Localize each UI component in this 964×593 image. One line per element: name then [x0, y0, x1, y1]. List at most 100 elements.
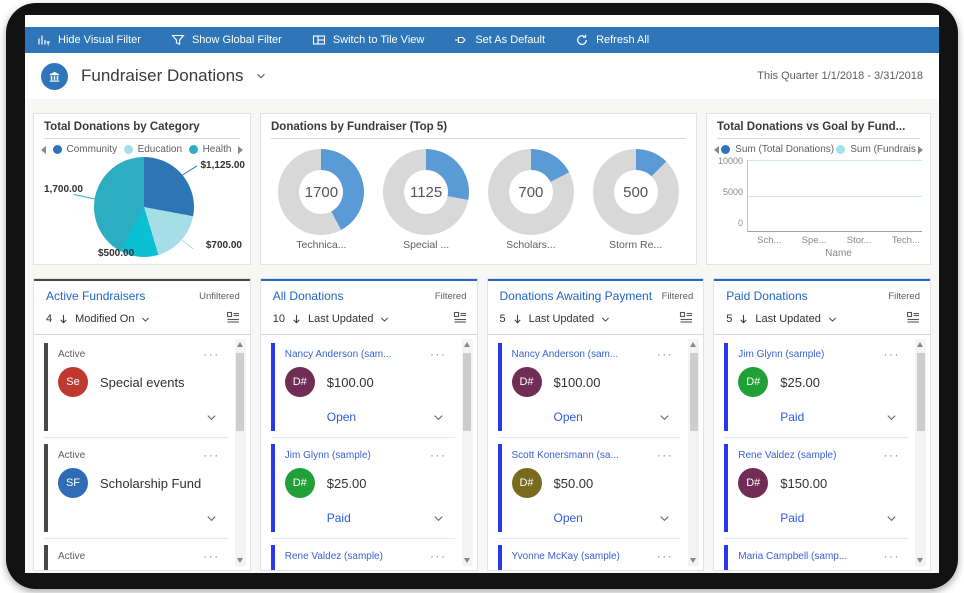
card-status-link[interactable]: Paid: [780, 511, 804, 525]
view-selector-icon[interactable]: [679, 311, 693, 327]
card-expand-chevron-icon[interactable]: [432, 411, 445, 424]
scroll-down-icon[interactable]: [237, 558, 243, 563]
donut-chart[interactable]: 1125: [383, 149, 469, 235]
more-options-icon[interactable]: ···: [657, 551, 674, 561]
donation-card[interactable]: Rene Valdez (sample) ···: [271, 545, 455, 570]
card-contact-link[interactable]: Nancy Anderson (sam...: [285, 349, 392, 360]
card-contact-link[interactable]: Nancy Anderson (sam...: [512, 349, 619, 360]
card-expand-chevron-icon[interactable]: [658, 411, 671, 424]
more-options-icon[interactable]: ···: [657, 450, 674, 460]
legend-next-icon[interactable]: [918, 146, 923, 154]
card-expand-chevron-icon[interactable]: [432, 512, 445, 525]
hide-visual-filter-button[interactable]: Hide Visual Filter: [37, 33, 141, 47]
legend-prev-icon[interactable]: [41, 146, 46, 154]
card-contact-link[interactable]: Maria Campbell (samp...: [738, 551, 847, 562]
scroll-thumb[interactable]: [690, 353, 698, 431]
legend-prev-icon[interactable]: [714, 146, 719, 154]
donation-card[interactable]: Scott Konersmann (sa...··· D#$50.00 Open: [498, 444, 682, 532]
view-selector-icon[interactable]: [906, 311, 920, 327]
dashboard-selector-chevron-icon[interactable]: [255, 70, 267, 82]
scroll-down-icon[interactable]: [464, 558, 470, 563]
more-options-icon[interactable]: ···: [657, 349, 674, 359]
donation-card[interactable]: Nancy Anderson (sam...··· D#$100.00 Open: [271, 343, 455, 431]
more-options-icon[interactable]: ···: [884, 450, 901, 460]
scroll-thumb[interactable]: [236, 353, 244, 431]
sort-field-label[interactable]: Modified On: [75, 313, 134, 325]
scroll-thumb[interactable]: [917, 353, 925, 431]
sort-direction-icon[interactable]: [58, 313, 69, 325]
fundraiser-card[interactable]: Active··· SeSpecial events: [44, 343, 228, 431]
more-options-icon[interactable]: ···: [203, 349, 220, 359]
donation-card[interactable]: Yvonne McKay (sample) ···: [498, 545, 682, 570]
sort-field-chevron-icon[interactable]: [140, 314, 151, 325]
card-expand-chevron-icon[interactable]: [205, 512, 218, 525]
scroll-up-icon[interactable]: [237, 342, 243, 347]
more-options-icon[interactable]: ···: [203, 450, 220, 460]
donation-card[interactable]: Jim Glynn (sample)··· D#$25.00 Paid: [724, 343, 908, 431]
sort-field-chevron-icon[interactable]: [600, 314, 611, 325]
more-options-icon[interactable]: ···: [884, 349, 901, 359]
donut-chart[interactable]: 1700: [278, 149, 364, 235]
list-title[interactable]: Paid Donations: [726, 289, 807, 303]
more-options-icon[interactable]: ···: [430, 551, 447, 561]
list-title[interactable]: Active Fundraisers: [46, 289, 145, 303]
refresh-all-button[interactable]: Refresh All: [575, 33, 649, 47]
donut-chart[interactable]: 700: [488, 149, 574, 235]
scroll-up-icon[interactable]: [464, 342, 470, 347]
donation-card[interactable]: Jim Glynn (sample)··· D#$25.00 Paid: [271, 444, 455, 532]
more-options-icon[interactable]: ···: [884, 551, 901, 561]
sort-field-label[interactable]: Last Updated: [755, 313, 820, 325]
card-expand-chevron-icon[interactable]: [885, 512, 898, 525]
switch-to-tile-view-button[interactable]: Switch to Tile View: [312, 33, 425, 47]
sort-field-chevron-icon[interactable]: [827, 314, 838, 325]
card-contact-link[interactable]: Scott Konersmann (sa...: [512, 450, 619, 461]
card-status-link[interactable]: Open: [554, 511, 583, 525]
avatar: D#: [512, 468, 542, 498]
card-expand-chevron-icon[interactable]: [658, 512, 671, 525]
scroll-thumb[interactable]: [463, 353, 471, 431]
card-status-link[interactable]: Open: [554, 410, 583, 424]
more-options-icon[interactable]: ···: [430, 450, 447, 460]
sort-direction-icon[interactable]: [512, 313, 523, 325]
legend-next-icon[interactable]: [238, 146, 243, 154]
scrollbar[interactable]: [688, 339, 699, 566]
scroll-up-icon[interactable]: [917, 342, 923, 347]
sort-field-label[interactable]: Last Updated: [529, 313, 594, 325]
scroll-down-icon[interactable]: [690, 558, 696, 563]
card-status-link[interactable]: Paid: [780, 410, 804, 424]
set-as-default-button[interactable]: Set As Default: [454, 33, 545, 47]
card-contact-link[interactable]: Rene Valdez (sample): [738, 450, 836, 461]
date-range-label[interactable]: This Quarter 1/1/2018 - 3/31/2018: [757, 70, 923, 82]
scroll-up-icon[interactable]: [690, 342, 696, 347]
list-title[interactable]: All Donations: [273, 289, 344, 303]
donation-card[interactable]: Rene Valdez (sample)··· D#$150.00 Paid: [724, 444, 908, 532]
sort-direction-icon[interactable]: [291, 313, 302, 325]
card-contact-link[interactable]: Jim Glynn (sample): [738, 349, 824, 360]
card-status-link[interactable]: Paid: [327, 511, 351, 525]
sort-field-label[interactable]: Last Updated: [308, 313, 373, 325]
view-selector-icon[interactable]: [453, 311, 467, 327]
scrollbar[interactable]: [462, 339, 473, 566]
view-selector-icon[interactable]: [226, 311, 240, 327]
fundraiser-card[interactable]: Active··· SFScholarship Fund: [44, 444, 228, 532]
list-title[interactable]: Donations Awaiting Payment: [500, 289, 653, 303]
show-global-filter-button[interactable]: Show Global Filter: [171, 33, 282, 47]
card-contact-link[interactable]: Rene Valdez (sample): [285, 551, 383, 562]
more-options-icon[interactable]: ···: [203, 551, 220, 561]
card-status-link[interactable]: Open: [327, 410, 356, 424]
card-contact-link[interactable]: Jim Glynn (sample): [285, 450, 371, 461]
card-expand-chevron-icon[interactable]: [885, 411, 898, 424]
category-pie-chart[interactable]: [94, 157, 194, 257]
scrollbar[interactable]: [235, 339, 246, 566]
card-contact-link[interactable]: Yvonne McKay (sample): [512, 551, 620, 562]
sort-direction-icon[interactable]: [738, 313, 749, 325]
fundraiser-card[interactable]: Active···: [44, 545, 228, 570]
sort-field-chevron-icon[interactable]: [379, 314, 390, 325]
more-options-icon[interactable]: ···: [430, 349, 447, 359]
scroll-down-icon[interactable]: [917, 558, 923, 563]
donation-card[interactable]: Maria Campbell (samp... ···: [724, 545, 908, 570]
card-expand-chevron-icon[interactable]: [205, 411, 218, 424]
donation-card[interactable]: Nancy Anderson (sam...··· D#$100.00 Open: [498, 343, 682, 431]
scrollbar[interactable]: [915, 339, 926, 566]
donut-chart[interactable]: 500: [593, 149, 679, 235]
